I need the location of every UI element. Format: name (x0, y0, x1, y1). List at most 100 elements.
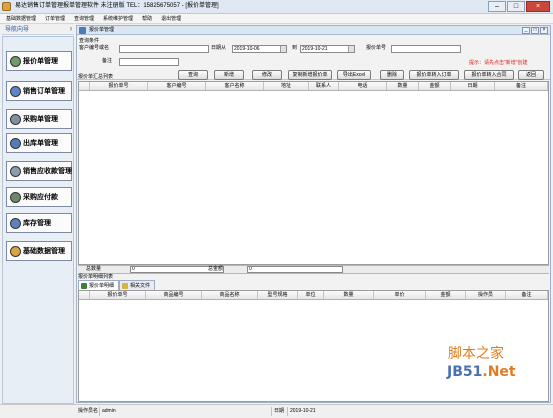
operator-label: 操作员名 (78, 407, 100, 416)
menu-query[interactable]: 查询管理 (74, 14, 94, 23)
watermark-site: JB51.Net (447, 364, 516, 380)
export-excel-button[interactable]: 导出Excel (337, 70, 371, 80)
quote-summary-grid[interactable]: 报价单号 客户编号 客户名称 地址 联系人 电话 数量 金额 日期 备注 (78, 81, 549, 265)
edit-button[interactable]: 修改 (252, 70, 282, 80)
nav-inventory-management[interactable]: 库存管理 (6, 213, 72, 233)
hint-text: 提示：请先点击"新增"创建 (469, 60, 528, 66)
quote-icon (10, 55, 21, 67)
col-product-name[interactable]: 商品名称 (202, 291, 258, 299)
nav-item-label: 报价单管理 (23, 57, 58, 65)
back-button[interactable]: 返回 (518, 70, 544, 80)
window-title: 易达销售订单管理报单管理软件 未注册版 TEL：15825675057 - [报… (15, 3, 219, 9)
nav-item-label: 销售订单管理 (23, 87, 65, 95)
col-amount[interactable]: 金额 (426, 291, 466, 299)
col-phone[interactable]: 电话 (339, 82, 387, 90)
menu-exit[interactable]: 退出管理 (161, 14, 181, 23)
date-from-value: 2019-10-06 (234, 46, 260, 52)
col-amount[interactable]: 金额 (419, 82, 451, 90)
delete-button[interactable]: 删除 (380, 70, 404, 80)
folder-icon (122, 282, 129, 289)
nav-header-label: 导航向导 (5, 27, 30, 33)
status-date-label: 日期 (274, 407, 288, 416)
menu-help[interactable]: 帮助 (142, 14, 152, 23)
col-remark[interactable]: 备注 (495, 82, 548, 90)
tab-label: 相关文件 (130, 282, 151, 289)
dropdown-arrow-icon[interactable] (280, 46, 286, 52)
nav-item-label: 出库单管理 (23, 139, 58, 147)
col-quantity[interactable]: 数量 (324, 291, 374, 299)
col-operator[interactable]: 操作员 (466, 291, 506, 299)
col-product-no[interactable]: 商品编号 (146, 291, 202, 299)
window-controls: – □ × (487, 1, 550, 12)
app-icon (2, 2, 11, 11)
receivables-icon (10, 165, 21, 177)
child-minimize-button[interactable]: _ (522, 27, 530, 34)
detail-grid-header: 报价单号 商品编号 商品名称 型号规格 单位 数量 单价 金额 操作员 备注 (79, 291, 548, 300)
copy-new-quote-button[interactable]: 复制新增报价单 (288, 70, 332, 80)
child-titlebar: 报价单管理 _ □ × (77, 26, 550, 35)
pin-icon[interactable]: ᵡ (70, 25, 72, 35)
remark-input[interactable] (119, 58, 179, 66)
quote-to-order-button[interactable]: 报价单转入订单 (409, 70, 459, 80)
nav-sidebar: 报价单管理 销售订单管理 采购单管理 出库单管理 销售应收款管理 采购应付款 库… (2, 36, 74, 404)
child-title: 报价单管理 (89, 27, 115, 33)
menu-basic-data[interactable]: 基础数据管理 (6, 14, 36, 23)
col-address[interactable]: 地址 (264, 82, 309, 90)
col-remark[interactable]: 备注 (506, 291, 548, 299)
menu-system[interactable]: 系统维护管理 (103, 14, 133, 23)
date-to-label: 到 (292, 45, 298, 51)
col-unit-price[interactable]: 单价 (374, 291, 426, 299)
outbound-icon (10, 137, 21, 149)
nav-item-label: 销售应收款管理 (23, 167, 72, 175)
payables-icon (10, 191, 21, 203)
quote-to-contract-button[interactable]: 报价单转入合同 (464, 70, 514, 80)
col-customer-name[interactable]: 客户名称 (206, 82, 264, 90)
watermark-net: .Net (482, 364, 516, 380)
window-titlebar: 易达销售订单管理报单管理软件 未注册版 TEL：15825675057 - [报… (0, 0, 553, 14)
nav-item-label: 采购单管理 (23, 115, 58, 123)
tab-quote-details[interactable]: 报价单明细 (78, 280, 120, 290)
nav-item-label: 采购应付款 (23, 193, 58, 201)
dropdown-arrow-icon[interactable] (348, 46, 354, 52)
nav-quote-management[interactable]: 报价单管理 (6, 51, 72, 71)
row-selector-header (79, 82, 90, 90)
customer-input[interactable] (119, 45, 209, 53)
close-button[interactable]: × (526, 1, 550, 12)
col-contact[interactable]: 联系人 (309, 82, 339, 90)
total-amount-label: 总金额 (208, 266, 224, 272)
col-model-spec[interactable]: 型号规格 (258, 291, 298, 299)
nav-payables[interactable]: 采购应付款 (6, 187, 72, 207)
col-customer-no[interactable]: 客户编号 (148, 82, 206, 90)
remark-label: 备注 (102, 58, 113, 64)
tab-label: 报价单明细 (89, 282, 115, 289)
date-to-picker[interactable]: 2019-10-21 (300, 45, 355, 53)
nav-basic-data-management[interactable]: 基础数据管理 (6, 241, 72, 261)
tab-related-files[interactable]: 相关文件 (119, 280, 156, 290)
maximize-button[interactable]: □ (507, 1, 525, 12)
nav-purchase-order-management[interactable]: 采购单管理 (6, 109, 72, 129)
menu-orders[interactable]: 订单管理 (45, 14, 65, 23)
nav-receivables-management[interactable]: 销售应收款管理 (6, 161, 72, 181)
totals-bar: 总数量 0 总金额 0 (78, 265, 549, 274)
add-button[interactable]: 新增 (214, 70, 244, 80)
col-quote-no[interactable]: 报价单号 (90, 291, 146, 299)
child-maximize-button[interactable]: □ (531, 27, 539, 34)
query-button[interactable]: 查询 (178, 70, 208, 80)
nav-outbound-management[interactable]: 出库单管理 (6, 133, 72, 153)
date-from-label: 日期从 (211, 45, 227, 51)
col-date[interactable]: 日期 (451, 82, 495, 90)
nav-sales-order-management[interactable]: 销售订单管理 (6, 81, 72, 101)
child-close-button[interactable]: × (540, 27, 548, 34)
col-quantity[interactable]: 数量 (387, 82, 419, 90)
total-amount-field: 0 (247, 266, 343, 273)
purchase-order-icon (10, 113, 21, 125)
date-to-value: 2019-10-21 (302, 46, 328, 52)
quote-no-input[interactable] (391, 45, 461, 53)
nav-header: 导航向导 ᵡ (2, 25, 74, 35)
date-from-picker[interactable]: 2019-10-06 (232, 45, 287, 53)
col-unit[interactable]: 单位 (298, 291, 324, 299)
total-qty-label: 总数量 (86, 266, 102, 272)
minimize-button[interactable]: – (488, 1, 506, 12)
status-date-value: 2019-10-21 (290, 408, 316, 414)
col-quote-no[interactable]: 报价单号 (90, 82, 148, 90)
